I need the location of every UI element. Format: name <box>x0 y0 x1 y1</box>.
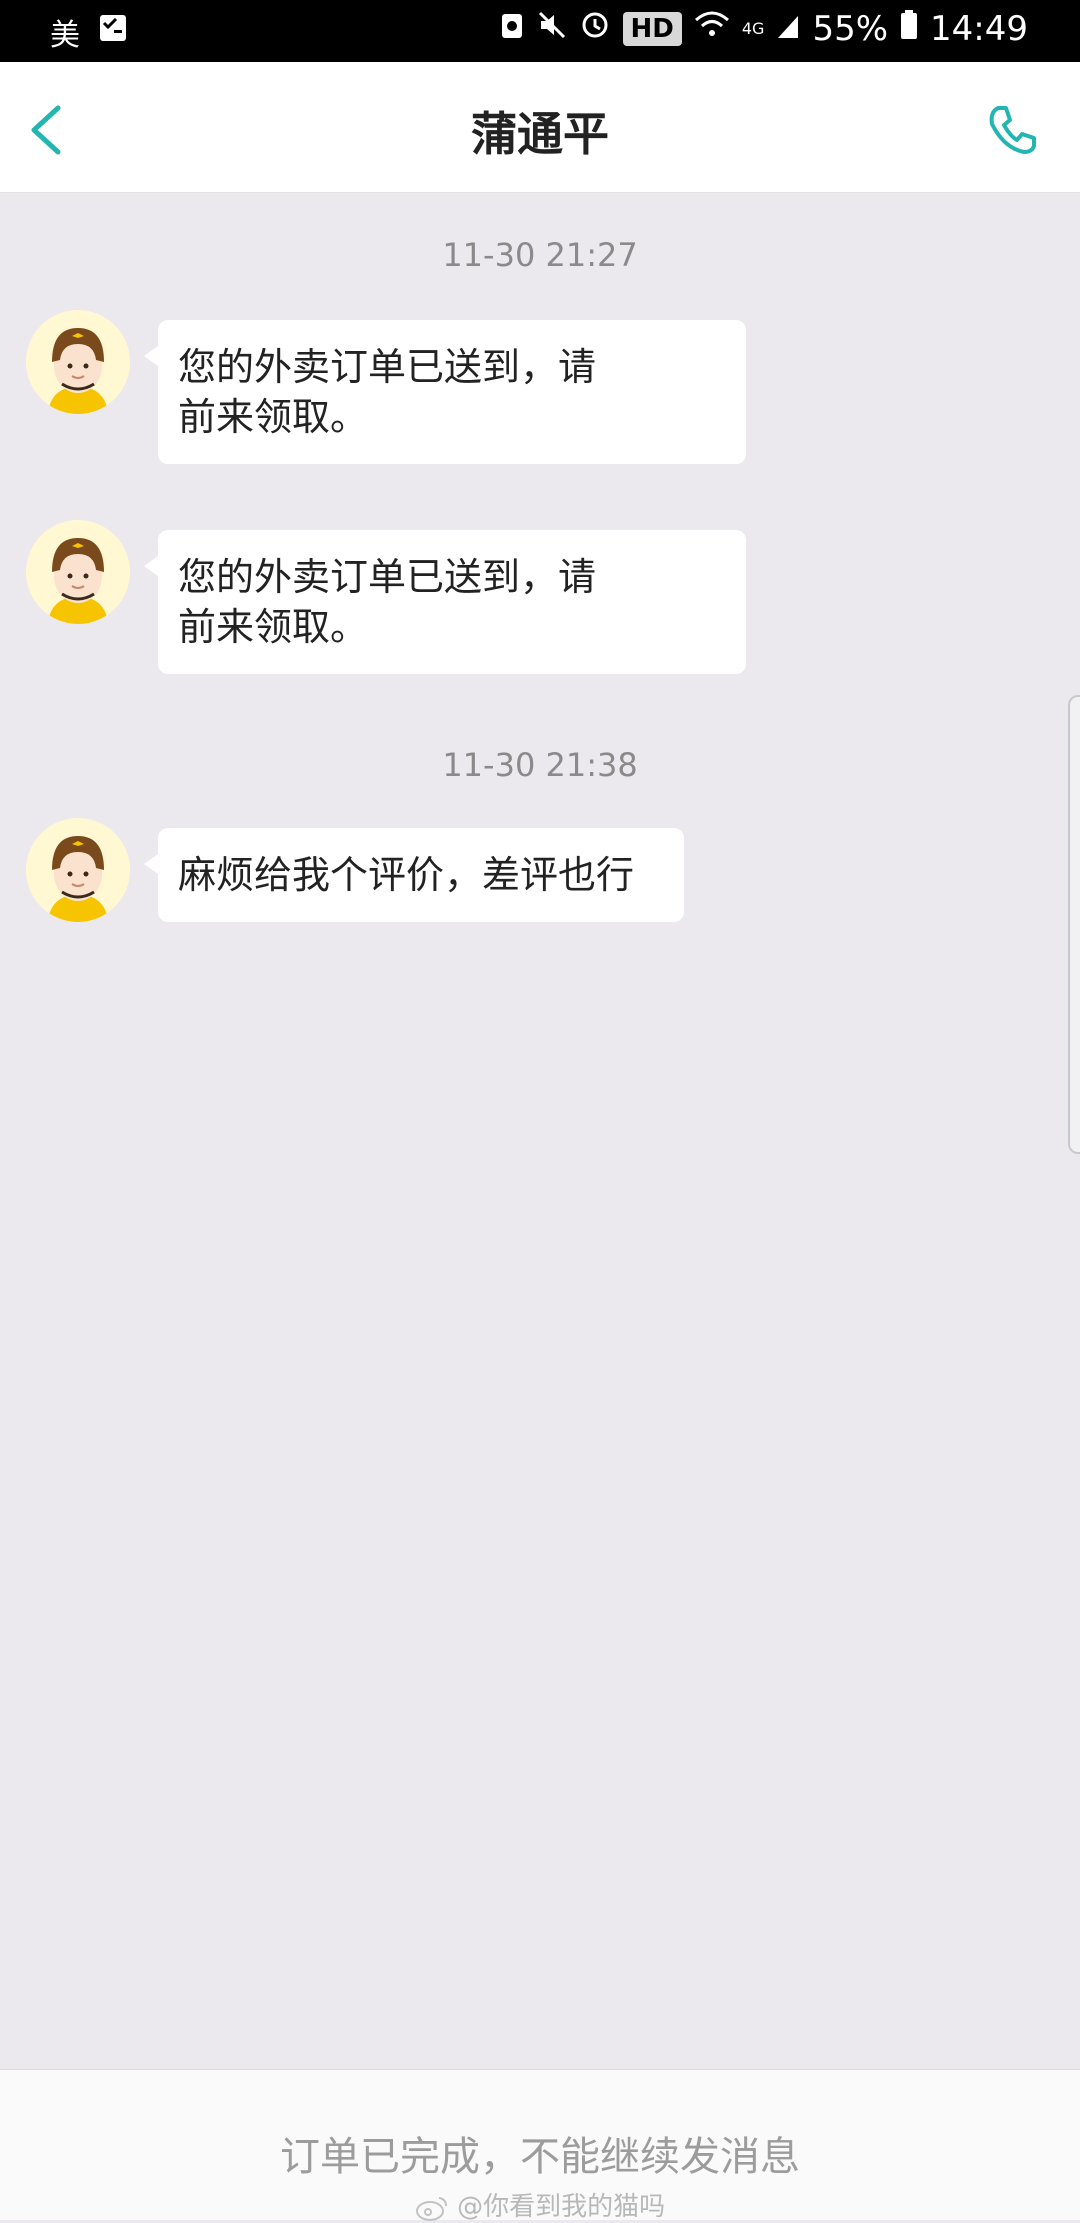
app-label: 美 <box>50 18 80 53</box>
message-row: 您的外卖订单已送到，请 前来领取。 <box>26 310 1056 470</box>
message-text-line: 您的外卖订单已送到，请 <box>178 555 597 599</box>
battery-icon <box>900 9 918 49</box>
side-drawer-handle[interactable] <box>1068 695 1080 1154</box>
mute-icon <box>537 9 567 49</box>
conversation-closed-notice: 订单已完成，不能继续发消息 <box>280 2134 800 2180</box>
weibo-watermark: @你看到我的猫吗 <box>0 2186 1080 2223</box>
courier-avatar[interactable] <box>26 818 130 922</box>
page-title: 蒲通平 <box>471 107 609 161</box>
battery-percent: 55% <box>812 8 889 49</box>
message-bubble[interactable]: 麻烦给我个评价，差评也行 <box>144 828 684 922</box>
alarm-icon <box>579 8 611 49</box>
weibo-icon <box>415 2192 457 2222</box>
phone-icon <box>989 106 1036 154</box>
nav-bar: 蒲通平 <box>0 62 1080 193</box>
courier-avatar[interactable] <box>26 310 130 414</box>
signal-icon <box>776 9 800 49</box>
chat-area[interactable]: 11-30 21:27 您的外卖订单已送到，请 前来领取。 您的外卖订单已送到，… <box>0 192 1080 2072</box>
courier-avatar-icon <box>26 310 130 414</box>
hd-badge: HD <box>622 11 682 46</box>
status-right: HD 4G 55% 14:49 <box>499 8 1028 49</box>
courier-avatar[interactable] <box>26 520 130 624</box>
courier-avatar-icon <box>26 520 130 624</box>
message-text-line: 前来领取。 <box>178 605 369 649</box>
checklist-icon <box>98 13 128 51</box>
message-text-line: 前来领取。 <box>178 395 369 439</box>
status-bar: 美 HD 4G 55% 14:49 <box>0 0 1080 62</box>
status-left: 美 <box>50 10 128 54</box>
courier-avatar-icon <box>26 818 130 922</box>
wifi-icon <box>694 9 730 49</box>
footer-notice-bar: 订单已完成，不能继续发消息 @你看到我的猫吗 <box>0 2069 1080 2223</box>
message-bubble[interactable]: 您的外卖订单已送到，请 前来领取。 <box>144 530 746 674</box>
network-type-label: 4G <box>741 19 765 38</box>
timestamp: 11-30 21:38 <box>442 746 638 784</box>
message-text-line: 麻烦给我个评价，差评也行 <box>178 853 635 897</box>
timestamp: 11-30 21:27 <box>442 236 638 274</box>
clock: 14:49 <box>930 8 1028 49</box>
message-text-line: 您的外卖订单已送到，请 <box>178 345 597 389</box>
call-button[interactable] <box>984 102 1040 158</box>
watermark-text: @你看到我的猫吗 <box>457 2192 666 2222</box>
message-bubble[interactable]: 您的外卖订单已送到，请 前来领取。 <box>144 320 746 464</box>
recycle-icon <box>499 9 525 49</box>
message-row: 麻烦给我个评价，差评也行 <box>26 818 1056 938</box>
message-row: 您的外卖订单已送到，请 前来领取。 <box>26 520 1056 680</box>
